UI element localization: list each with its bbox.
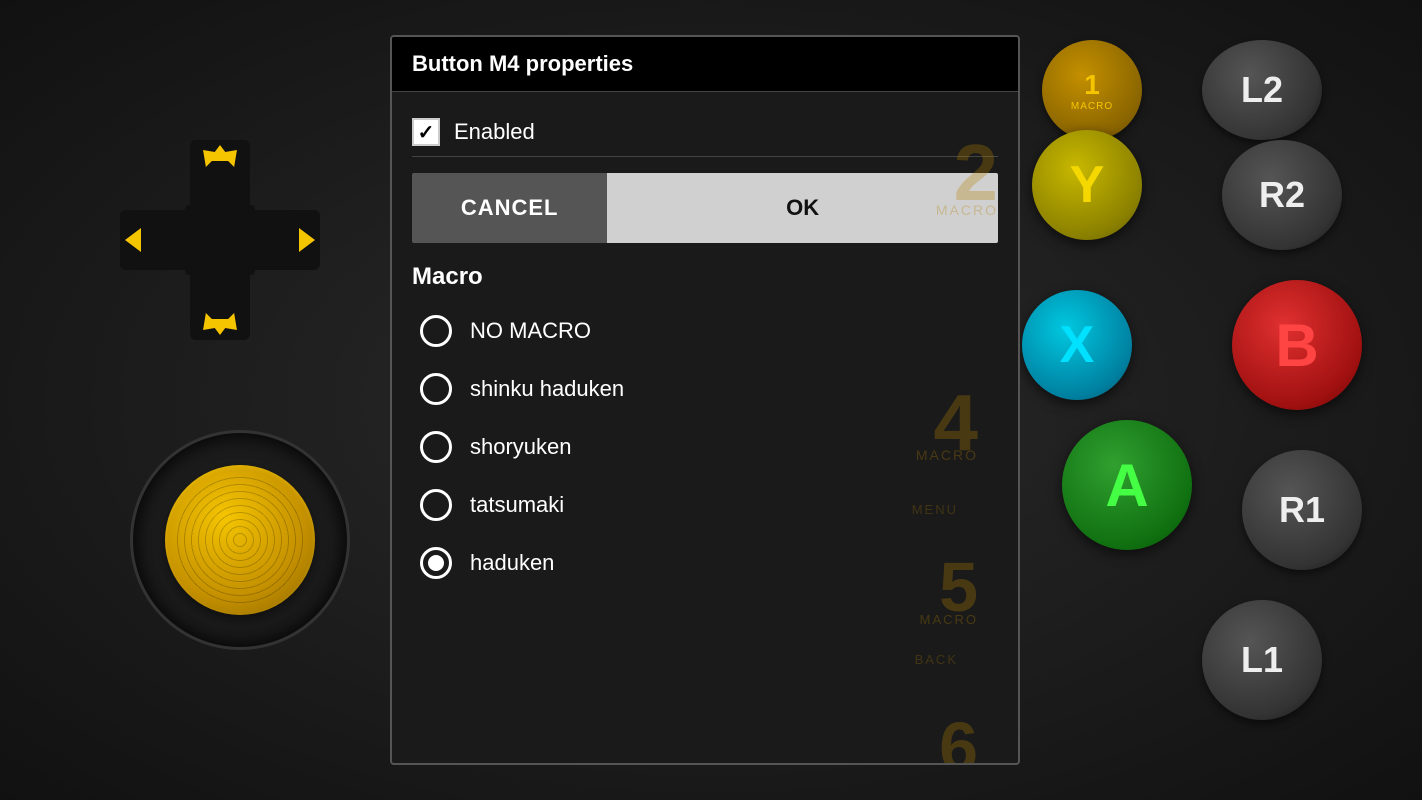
dialog-title-bar: Button M4 properties [392,37,1018,92]
cancel-button[interactable]: CANCEL [412,173,607,243]
radio-haduken[interactable] [420,547,452,579]
radio-shinku-haduken[interactable] [420,373,452,405]
dpad[interactable] [120,140,320,340]
dpad-container [60,80,380,400]
macro-option-label-haduken: haduken [470,550,554,576]
radio-tatsumaki[interactable] [420,489,452,521]
l1-label: L1 [1241,639,1283,681]
macro-option-label-shoryuken: shoryuken [470,434,572,460]
x-button[interactable]: X [1022,290,1132,400]
r2-label: R2 [1259,174,1305,216]
macro-option-no-macro[interactable]: NO MACRO [412,305,998,357]
bg-number-6: 6 [939,707,978,765]
macro-option-haduken[interactable]: haduken [412,537,998,589]
macro-option-label-tatsumaki: tatsumaki [470,492,564,518]
macro-option-shinku-haduken[interactable]: shinku haduken [412,363,998,415]
macro-options-list: NO MACRO shinku haduken shoryuken tatsum… [412,305,998,589]
macro-option-label-shinku-haduken: shinku haduken [470,376,624,402]
dpad-arrow-left [125,228,141,252]
macro-option-label-no-macro: NO MACRO [470,318,591,344]
a-label: A [1105,451,1148,520]
y-label: Y [1070,155,1105,215]
r1-button[interactable]: R1 [1242,450,1362,570]
enabled-checkbox[interactable] [412,118,440,146]
dialog-title: Button M4 properties [412,51,998,77]
bg-macro-label-4: MACRO [916,447,978,463]
macro-1-label: MACRO [1071,101,1113,112]
button-properties-dialog: 2 MACRO 4 MACRO MENU 5 MACRO BACK 6 MACR… [390,35,1020,765]
macro-option-tatsumaki[interactable]: tatsumaki [412,479,998,531]
radio-shoryuken[interactable] [420,431,452,463]
b-label: B [1275,311,1318,380]
dialog-body: Enabled CANCEL OK Macro NO MACRO shinku … [392,92,1018,605]
macro-1-button[interactable]: 1 MACRO [1042,40,1142,140]
action-buttons-row: CANCEL OK [412,173,998,243]
l1-button[interactable]: L1 [1202,600,1322,720]
right-buttons-group: 1 MACRO L2 Y R2 X B A R1 L1 [1042,0,1422,800]
enabled-label: Enabled [454,119,535,145]
b-button[interactable]: B [1232,280,1362,410]
l2-button[interactable]: L2 [1202,40,1322,140]
analog-outer-ring [130,430,350,650]
radio-no-macro[interactable] [420,315,452,347]
macro-1-number: 1 [1084,69,1100,101]
bg-back-label: BACK [915,652,958,667]
r2-button[interactable]: R2 [1222,140,1342,250]
macro-section-title: Macro [412,263,998,291]
x-label: X [1060,315,1095,375]
bg-macro-label-2: MACRO [936,202,998,218]
dpad-center [185,205,255,275]
bg-macro-label-5: MACRO [920,612,978,627]
radio-haduken-inner [428,555,444,571]
r1-label: R1 [1279,489,1325,531]
a-button[interactable]: A [1062,420,1192,550]
l2-label: L2 [1241,69,1283,111]
macro-option-shoryuken[interactable]: shoryuken [412,421,998,473]
enabled-row[interactable]: Enabled [412,108,998,157]
analog-stick-container [120,420,360,660]
bg-menu-label: MENU [912,502,958,517]
analog-stick[interactable] [165,465,315,615]
y-button[interactable]: Y [1032,130,1142,240]
dpad-arrow-right [299,228,315,252]
